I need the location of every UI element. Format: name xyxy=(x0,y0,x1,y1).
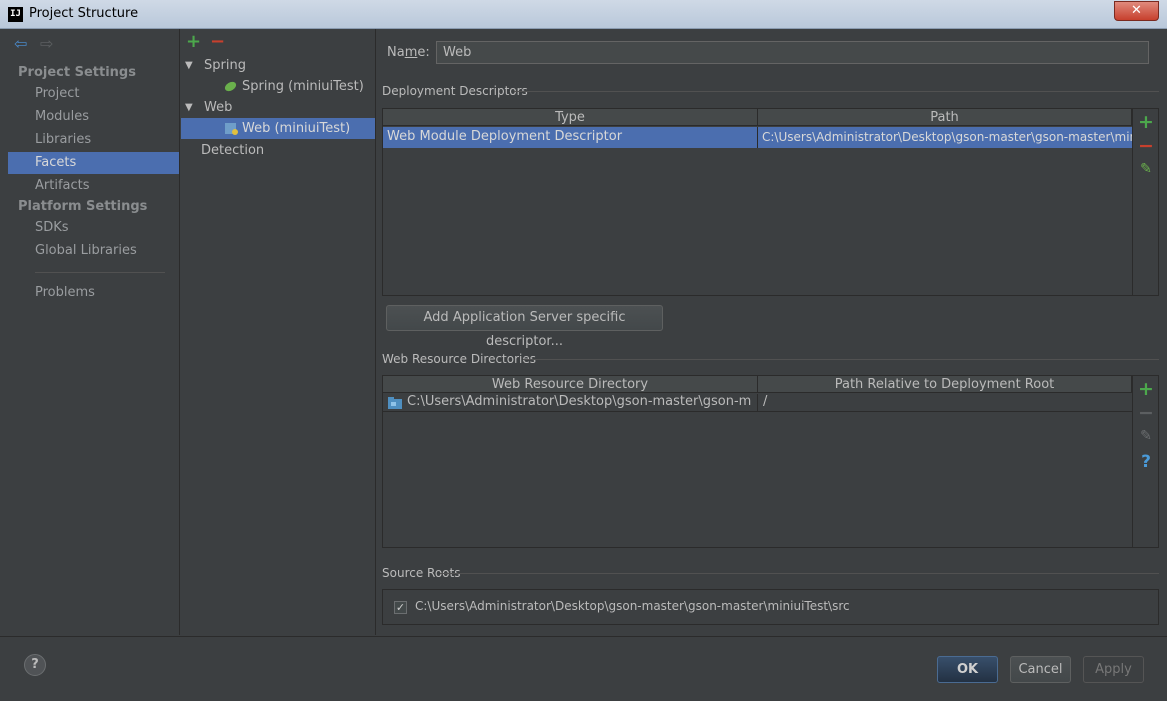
web-resource-directories-title: Web Resource Directories xyxy=(382,352,536,366)
column-header-path[interactable]: Path xyxy=(758,109,1132,126)
column-header-web-resource-directory[interactable]: Web Resource Directory xyxy=(383,376,758,393)
folder-icon xyxy=(388,397,402,409)
tree-node-spring[interactable]: ▼ Spring xyxy=(181,55,375,76)
tree-node-web[interactable]: ▼ Web xyxy=(181,97,375,118)
add-facet-icon[interactable]: + xyxy=(186,31,201,52)
add-descriptor-icon[interactable]: + xyxy=(1134,111,1158,133)
cancel-button[interactable]: Cancel xyxy=(1010,656,1071,683)
tree-node-detection[interactable]: Detection xyxy=(181,140,375,161)
nav-item-problems[interactable]: Problems xyxy=(8,282,179,304)
name-label-suffix: e: xyxy=(417,45,430,60)
table-row[interactable]: Web Module Deployment Descriptor C:\User… xyxy=(383,127,1132,148)
add-server-descriptor-button[interactable]: Add Application Server specific descript… xyxy=(386,305,663,349)
ok-button[interactable]: OK xyxy=(937,656,998,683)
remove-resource-icon[interactable]: − xyxy=(1134,402,1158,424)
descriptor-type-cell: Web Module Deployment Descriptor xyxy=(387,129,623,144)
section-divider xyxy=(514,91,1159,92)
facet-tree-panel: + − ▼ Spring Spring (miniuiTest) ▼ Web W… xyxy=(181,29,376,635)
web-resource-table: Web Resource Directory Path Relative to … xyxy=(382,375,1159,548)
tree-node-label: Detection xyxy=(201,143,265,158)
tree-node-label: Web (miniuiTest) xyxy=(242,121,351,136)
resource-directory-cell: C:\Users\Administrator\Desktop\gson-mast… xyxy=(407,394,752,409)
edit-descriptor-icon[interactable]: ✎ xyxy=(1134,161,1158,177)
nav-item-artifacts[interactable]: Artifacts xyxy=(8,175,179,197)
source-root-checkbox[interactable]: ✓ xyxy=(394,601,407,614)
nav-item-project[interactable]: Project xyxy=(8,83,179,105)
deployment-toolbar: + − ✎ xyxy=(1132,109,1158,295)
descriptor-path-cell: C:\Users\Administrator\Desktop\gson-mast… xyxy=(762,130,1132,144)
nav-item-global-libraries[interactable]: Global Libraries xyxy=(8,240,179,262)
cell-divider xyxy=(757,394,758,412)
facet-name-input[interactable] xyxy=(436,41,1149,64)
section-divider xyxy=(523,359,1159,360)
title-bar: IJ Project Structure ✕ xyxy=(0,0,1167,29)
nav-section-project-settings: Project Settings xyxy=(18,65,136,80)
nav-item-sdks[interactable]: SDKs xyxy=(8,217,179,239)
nav-item-facets[interactable]: Facets xyxy=(8,152,179,174)
cell-divider xyxy=(757,127,758,148)
expand-arrow-icon[interactable]: ▼ xyxy=(185,97,193,118)
deployment-descriptors-table: Type Path Web Module Deployment Descript… xyxy=(382,108,1159,296)
section-divider xyxy=(440,573,1159,574)
name-label: Name: xyxy=(387,45,430,60)
back-arrow-icon[interactable]: ⇦ xyxy=(14,34,27,53)
tree-node-label: Spring xyxy=(204,58,246,73)
expand-arrow-icon[interactable]: ▼ xyxy=(185,55,193,76)
deployment-descriptors-title: Deployment Descriptors xyxy=(382,84,528,98)
intellij-app-icon: IJ xyxy=(8,7,23,22)
apply-button[interactable]: Apply xyxy=(1083,656,1144,683)
help-button-icon[interactable]: ? xyxy=(24,654,46,676)
column-header-relative-path[interactable]: Path Relative to Deployment Root xyxy=(758,376,1132,393)
tree-node-label: Spring (miniuiTest) xyxy=(242,79,364,94)
spring-leaf-icon xyxy=(224,81,237,92)
edit-resource-icon[interactable]: ✎ xyxy=(1134,428,1158,444)
close-window-button[interactable]: ✕ xyxy=(1114,1,1159,21)
nav-item-modules[interactable]: Modules xyxy=(8,106,179,128)
remove-facet-icon[interactable]: − xyxy=(210,31,225,52)
tree-node-web-facet[interactable]: Web (miniuiTest) xyxy=(181,118,375,139)
nav-divider xyxy=(35,272,165,273)
name-label-mnemonic: m xyxy=(404,45,418,60)
source-roots-list: ✓ C:\Users\Administrator\Desktop\gson-ma… xyxy=(382,589,1159,625)
table-row[interactable]: C:\Users\Administrator\Desktop\gson-mast… xyxy=(383,394,1132,412)
window-title: Project Structure xyxy=(29,6,139,21)
add-resource-icon[interactable]: + xyxy=(1134,378,1158,400)
nav-section-platform-settings: Platform Settings xyxy=(18,199,148,214)
web-facet-icon xyxy=(225,122,238,135)
facet-settings-panel: Name: Deployment Descriptors Type Path W… xyxy=(377,29,1160,635)
column-header-type[interactable]: Type xyxy=(383,109,758,126)
tree-node-spring-facet[interactable]: Spring (miniuiTest) xyxy=(181,76,375,97)
nav-item-libraries[interactable]: Libraries xyxy=(8,129,179,151)
remove-descriptor-icon[interactable]: − xyxy=(1134,135,1158,157)
relative-path-cell: / xyxy=(763,394,768,409)
tree-node-label: Web xyxy=(204,100,233,115)
help-icon[interactable]: ? xyxy=(1134,452,1158,472)
name-label-prefix: Na xyxy=(387,45,405,60)
web-resource-toolbar: + − ✎ ? xyxy=(1132,376,1158,547)
forward-arrow-icon[interactable]: ⇨ xyxy=(40,34,53,53)
left-navigation: ⇦ ⇨ Project Settings Project Modules Lib… xyxy=(8,29,180,635)
source-root-path: C:\Users\Administrator\Desktop\gson-mast… xyxy=(415,599,850,613)
